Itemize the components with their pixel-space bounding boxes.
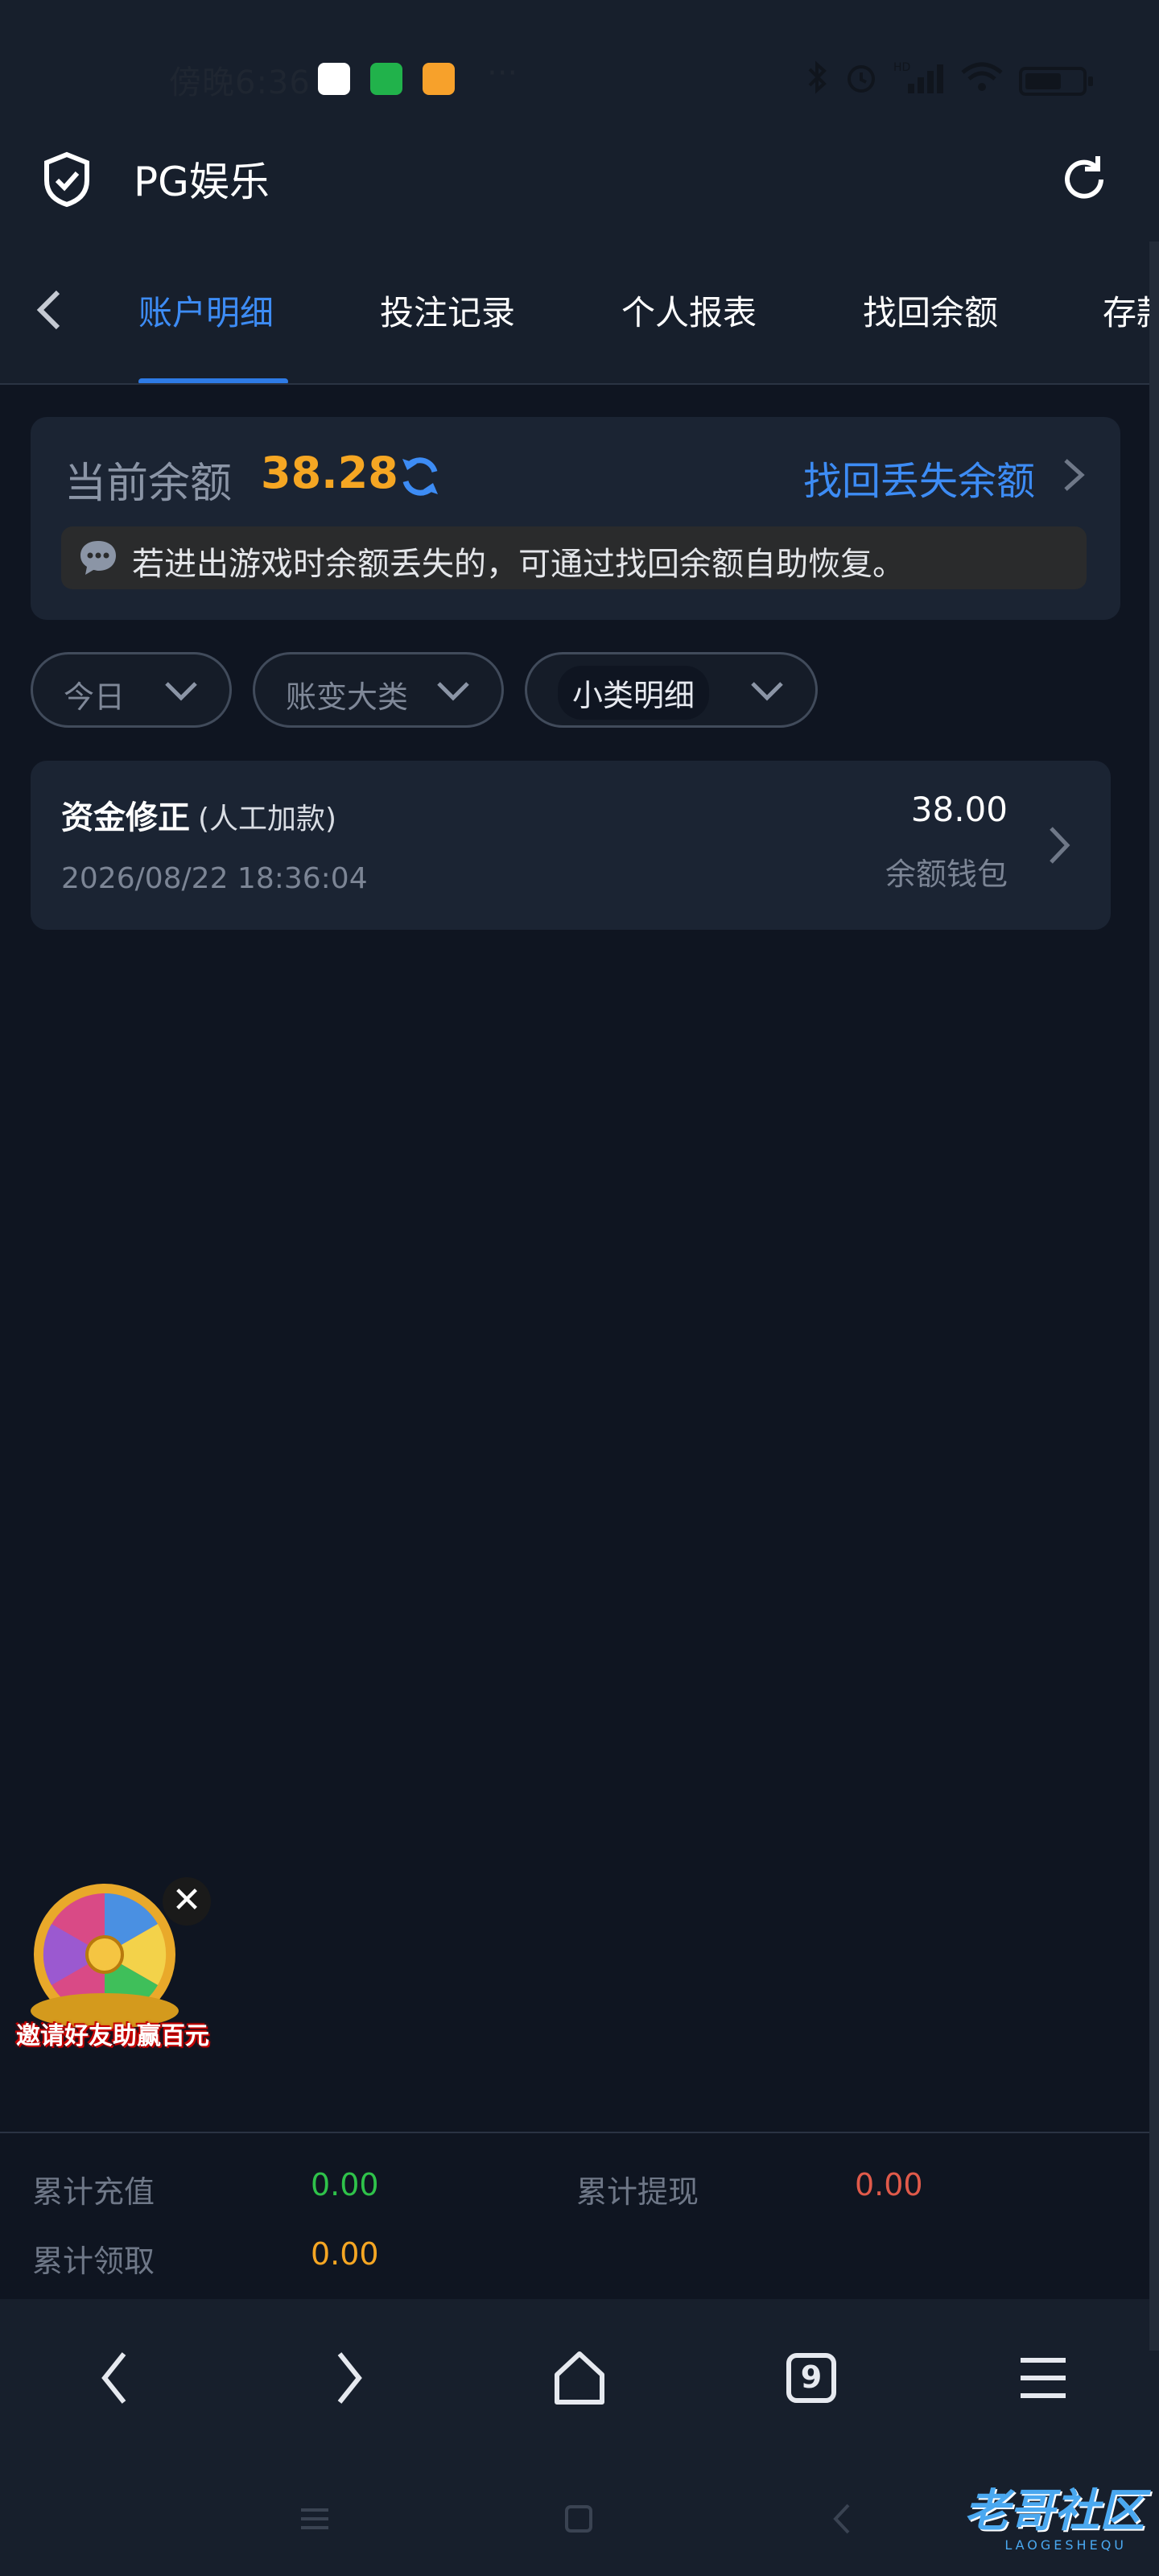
chevron-left-icon[interactable] xyxy=(27,284,71,336)
browser-home-icon[interactable] xyxy=(547,2346,612,2410)
list-item[interactable]: 资金修正 (人工加款) 2026/08/22 18:36:04 38.00 余额钱… xyxy=(31,761,1111,930)
system-navigation-bar: 老哥社区 LAOGESHEQU xyxy=(0,2460,1159,2576)
tab-personal-report[interactable]: 个人报表 xyxy=(621,286,757,335)
hd-label: HD xyxy=(893,61,910,74)
record-subtitle: (人工加款) xyxy=(198,803,337,836)
tab-bar: 账户明细 投注记录 个人报表 找回余额 存款 xyxy=(0,237,1159,385)
notice-text: 若进出游戏时余额丢失的，可通过找回余额自助恢复。 xyxy=(132,546,905,583)
balance-refresh-icon[interactable] xyxy=(396,452,444,501)
browser-back-icon[interactable] xyxy=(84,2346,148,2410)
total-recharge-value: 0.00 xyxy=(311,2167,379,2202)
subcategory-filter-label: 小类明细 xyxy=(558,666,710,720)
balance-label: 当前余额 xyxy=(64,460,233,508)
notice-banner: 若进出游戏时余额丢失的，可通过找回余额自助恢复。 xyxy=(61,526,1087,589)
watermark-logo: 老哥社区 xyxy=(964,2485,1145,2537)
recents-icon[interactable] xyxy=(295,2499,335,2539)
wifi-icon xyxy=(959,60,1004,102)
total-withdraw-label: 累计提现 xyxy=(576,2174,699,2210)
browser-tabs-button[interactable]: 9 xyxy=(779,2346,843,2410)
back-icon[interactable] xyxy=(823,2499,863,2539)
chevron-down-icon xyxy=(437,682,469,701)
record-title-text: 资金修正 xyxy=(61,799,190,836)
bluetooth-icon xyxy=(805,60,829,102)
more-notifications-icon: ··· xyxy=(487,55,518,92)
status-indicators: HD xyxy=(805,60,1093,102)
browser-forward-icon[interactable] xyxy=(316,2346,380,2410)
tab-recover-balance[interactable]: 找回余额 xyxy=(863,286,998,335)
tab-bet-records[interactable]: 投注记录 xyxy=(380,286,515,335)
signal-icon: HD xyxy=(893,60,945,102)
total-claim-label: 累计领取 xyxy=(32,2244,155,2279)
active-tab-indicator xyxy=(138,378,288,383)
refresh-icon[interactable] xyxy=(1056,151,1112,208)
tab-account-details[interactable]: 账户明细 xyxy=(138,286,274,335)
shield-check-icon xyxy=(44,151,89,208)
status-bar: 傍晚6:36 ··· HD xyxy=(0,0,1159,121)
subcategory-filter-dropdown[interactable]: 小类明细 xyxy=(525,652,818,728)
battery-icon xyxy=(1019,66,1093,96)
watermark-subtitle: LAOGESHEQU xyxy=(1004,2537,1127,2553)
date-filter-dropdown[interactable]: 今日 xyxy=(31,652,232,728)
browser-tab-count: 9 xyxy=(800,2359,823,2395)
browser-menu-icon[interactable] xyxy=(1011,2346,1075,2410)
total-recharge-label: 累计充值 xyxy=(32,2174,155,2210)
recover-lost-balance-link[interactable]: 找回丢失余额 xyxy=(803,449,1035,506)
promo-wheel-widget[interactable]: ✕ 邀请好友助赢百元 xyxy=(16,1868,211,2053)
chevron-right-icon xyxy=(1050,827,1070,864)
balance-card: 当前余额 38.28 找回丢失余额 若进出游戏时余额丢失的，可通过找回余额自助恢… xyxy=(31,417,1120,620)
chevron-down-icon xyxy=(165,682,197,701)
chat-bubble-icon xyxy=(80,541,116,575)
scrollbar[interactable] xyxy=(1149,242,1159,2351)
category-filter-dropdown[interactable]: 账变大类 xyxy=(253,652,504,728)
chevron-down-icon xyxy=(751,682,783,701)
alarm-icon xyxy=(843,60,879,102)
record-wallet: 余额钱包 xyxy=(885,857,1008,892)
record-title: 资金修正 (人工加款) xyxy=(61,791,336,838)
date-filter-label: 今日 xyxy=(64,679,126,715)
phone-app-icon xyxy=(370,63,402,95)
record-amount: 38.00 xyxy=(910,790,1008,829)
record-timestamp: 2026/08/22 18:36:04 xyxy=(61,862,368,895)
balance-value: 38.28 xyxy=(261,448,398,498)
cloud-app-icon xyxy=(318,63,350,95)
browser-toolbar: 9 xyxy=(0,2299,1159,2460)
status-time: 傍晚6:36 xyxy=(169,64,311,101)
page-title: PG娱乐 xyxy=(134,159,270,205)
promo-text: 邀请好友助赢百元 xyxy=(16,2022,209,2050)
summary-panel: 累计充值 0.00 累计提现 0.00 累计领取 0.00 xyxy=(0,2132,1159,2299)
total-withdraw-value: 0.00 xyxy=(855,2167,923,2202)
category-filter-label: 账变大类 xyxy=(286,679,409,715)
app-header: PG娱乐 xyxy=(0,121,1159,237)
close-icon[interactable]: ✕ xyxy=(163,1877,211,1926)
notes-app-icon xyxy=(423,63,455,95)
chevron-right-icon[interactable] xyxy=(1059,456,1088,494)
total-claim-value: 0.00 xyxy=(311,2236,379,2272)
home-icon[interactable] xyxy=(559,2499,599,2539)
